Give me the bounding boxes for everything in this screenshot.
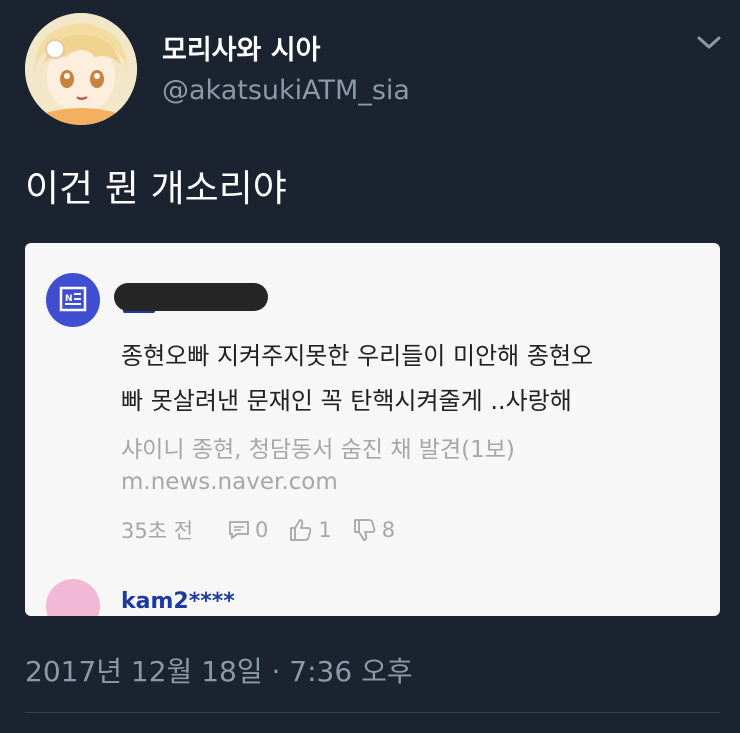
news-icon: N (46, 273, 100, 327)
news-url[interactable]: m.news.naver.com (121, 469, 338, 495)
display-name[interactable]: 모리사와 시아 (162, 28, 320, 67)
like-count: 1 (318, 518, 332, 542)
like-button[interactable]: 1 (288, 517, 332, 543)
thumbs-down-icon (353, 519, 376, 541)
time-ago: 35초 전 (121, 519, 194, 543)
dislike-count: 8 (381, 518, 396, 542)
attached-image[interactable]: N 종현오빠 지켜주지못한 우리들이 미안해 종현오 빠 못살려낸 문재인 꼭 … (25, 243, 720, 616)
comment-meta: 35초 전 0 1 8 (121, 515, 415, 545)
user-handle[interactable]: @akatsukiATM_sia (162, 75, 410, 106)
avatar-illustration (25, 13, 137, 125)
next-comment-avatar (46, 579, 100, 616)
svg-text:N: N (65, 294, 73, 304)
next-comment-user: kam2**** (121, 589, 235, 614)
dislike-button[interactable]: 8 (352, 517, 395, 543)
thumbs-up-icon (290, 519, 312, 541)
chevron-down-icon[interactable] (696, 33, 722, 53)
tweet-text: 이건 뭔 개소리야 (25, 167, 287, 210)
news-headline[interactable]: 샤이니 종현, 청담동서 숨진 채 발견(1보) (121, 430, 515, 464)
redacted-username (114, 283, 268, 311)
avatar[interactable] (25, 13, 137, 125)
comment-line-1: 종현오빠 지켜주지못한 우리들이 미안해 종현오 (121, 342, 594, 370)
comment-line-2: 빠 못살려낸 문재인 꼭 탄핵시켜줄게 ..사랑해 (121, 387, 572, 415)
reply-button[interactable]: 0 (227, 518, 268, 542)
tweet-timestamp[interactable]: 2017년 12월 18일 · 7:36 오후 (25, 650, 413, 690)
comment-icon (229, 521, 249, 540)
reply-count: 0 (255, 518, 269, 542)
divider (25, 712, 720, 713)
